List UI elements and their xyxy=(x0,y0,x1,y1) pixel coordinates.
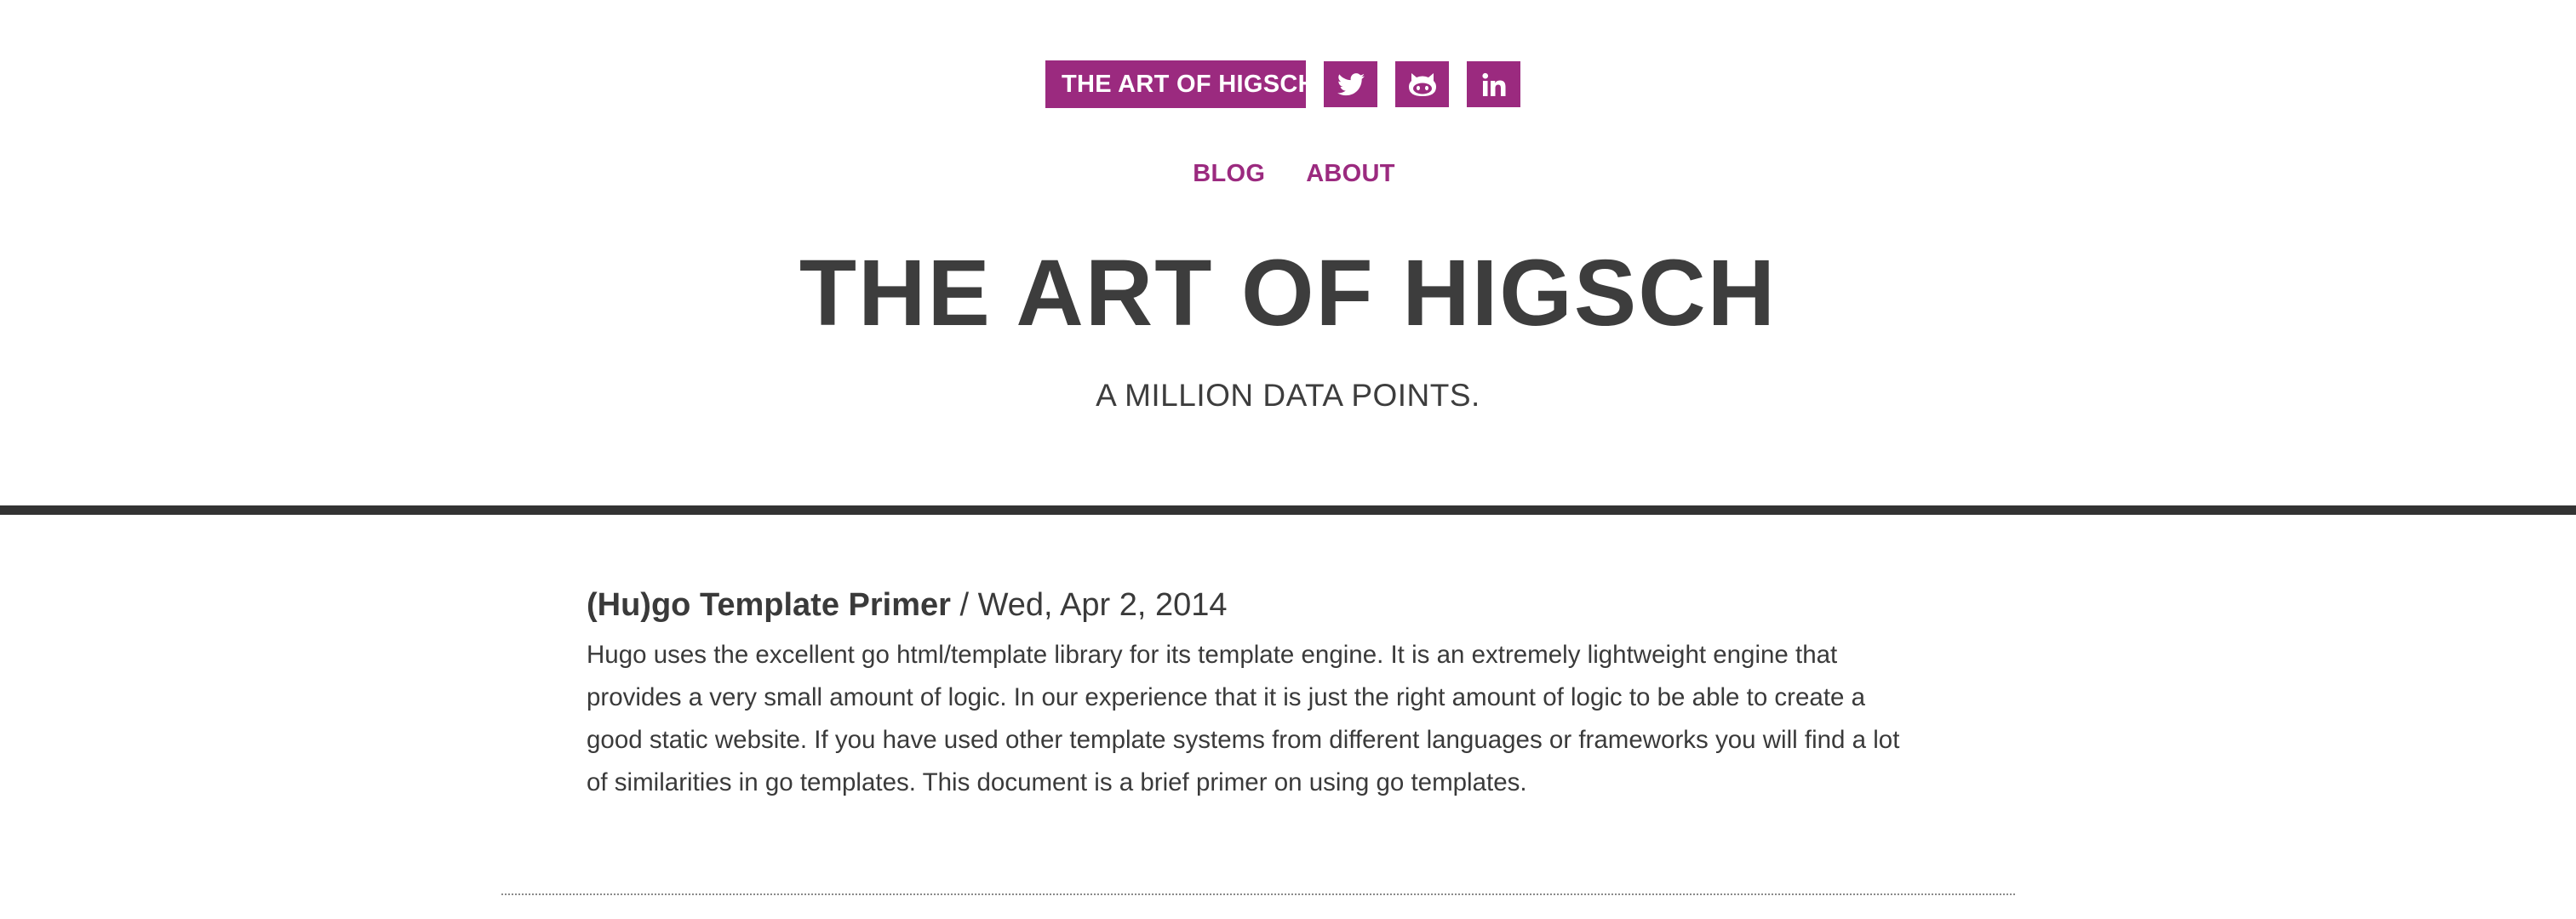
linkedin-icon xyxy=(1481,72,1505,96)
github-icon xyxy=(1408,73,1436,96)
post-summary: (Hu)go Template Primer / Wed, Apr 2, 201… xyxy=(587,583,1932,804)
main-nav: BLOG ABOUT xyxy=(0,160,2576,188)
brand-badge-link[interactable]: THE ART OF HIGSCH xyxy=(1045,60,1316,108)
site-title: THE ART OF HIGSCH xyxy=(799,241,1777,345)
brand-row: THE ART OF HIGSCH xyxy=(1045,60,1520,108)
nav-item-about[interactable]: ABOUT xyxy=(1306,160,1395,188)
post-title-link[interactable]: (Hu)go Template Primer xyxy=(587,587,951,623)
page: THE ART OF HIGSCH BLOG ABOUT THE ART OF … xyxy=(0,0,2576,919)
linkedin-button[interactable] xyxy=(1467,61,1520,107)
twitter-icon xyxy=(1337,72,1365,95)
twitter-button[interactable] xyxy=(1324,61,1377,107)
nav-item-blog[interactable]: BLOG xyxy=(1193,160,1265,188)
site-tagline: A MILLION DATA POINTS. xyxy=(1096,378,1480,413)
post-divider xyxy=(501,893,2015,895)
post-heading: (Hu)go Template Primer / Wed, Apr 2, 201… xyxy=(587,583,1932,627)
post-date: Wed, Apr 2, 2014 xyxy=(977,587,1228,623)
nav-links: BLOG ABOUT xyxy=(1172,160,1416,188)
header-divider xyxy=(0,505,2576,515)
post-separator: / xyxy=(959,587,970,623)
post-excerpt: Hugo uses the excellent go html/template… xyxy=(587,641,1900,796)
github-button[interactable] xyxy=(1395,61,1449,107)
top-bar: THE ART OF HIGSCH xyxy=(0,60,2576,108)
